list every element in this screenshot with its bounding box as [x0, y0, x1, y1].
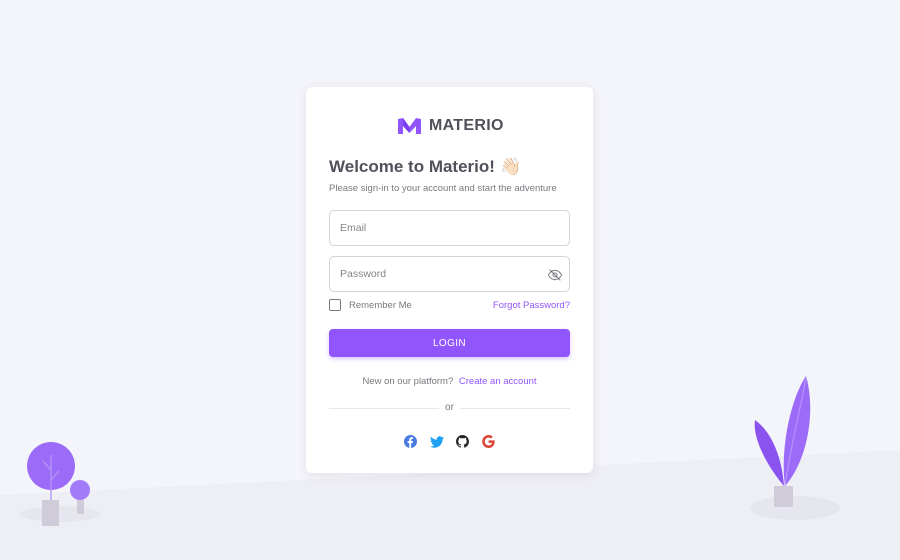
welcome-subtitle: Please sign-in to your account and start…: [329, 183, 557, 194]
google-login-button[interactable]: [481, 434, 496, 449]
password-input[interactable]: [330, 257, 569, 291]
create-account-link[interactable]: Create an account: [459, 376, 537, 387]
divider-line-right: [460, 408, 570, 409]
signup-row: New on our platform? Create an account: [306, 376, 593, 387]
password-field[interactable]: [329, 256, 570, 292]
brand-name: MATERIO: [429, 117, 504, 134]
or-divider: or: [329, 402, 570, 414]
materio-logo-icon: [398, 118, 421, 134]
twitter-login-button[interactable]: [429, 434, 444, 449]
facebook-icon: [404, 435, 417, 448]
social-login-buttons: [306, 434, 593, 449]
waving-hand-icon: 👋🏻: [499, 157, 522, 176]
google-icon: [482, 435, 495, 448]
twitter-icon: [429, 435, 444, 448]
email-field[interactable]: [329, 210, 570, 246]
email-input[interactable]: [330, 211, 569, 245]
eye-off-icon[interactable]: [547, 267, 563, 283]
brand-logo: MATERIO: [398, 117, 504, 135]
login-button[interactable]: LOGIN: [329, 329, 570, 357]
github-login-button[interactable]: [455, 434, 470, 449]
remember-me[interactable]: Remember Me: [329, 299, 412, 311]
github-icon: [456, 435, 469, 448]
forgot-password-link[interactable]: Forgot Password?: [493, 300, 570, 311]
welcome-title: Welcome to Materio!: [329, 157, 495, 176]
signup-prompt: New on our platform?: [362, 376, 454, 387]
remember-me-label: Remember Me: [349, 299, 412, 311]
remember-me-checkbox[interactable]: [329, 299, 341, 311]
facebook-login-button[interactable]: [403, 434, 418, 449]
login-card: MATERIO Welcome to Materio! 👋🏻 Please si…: [306, 87, 593, 473]
page-title: Welcome to Materio! 👋🏻: [329, 157, 521, 177]
